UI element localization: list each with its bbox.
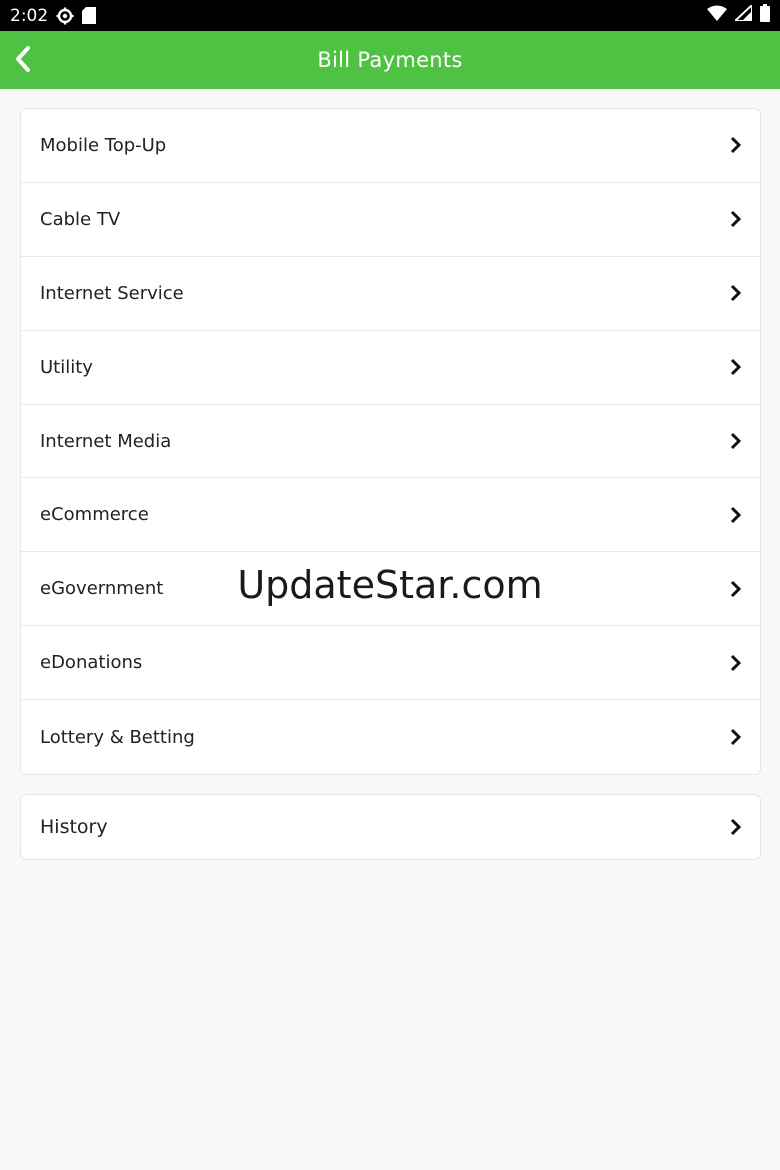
- list-item-utility[interactable]: Utility: [21, 331, 760, 405]
- battery-icon: [760, 4, 770, 27]
- chevron-right-icon: [728, 431, 744, 451]
- chevron-right-icon: [728, 579, 744, 599]
- history-card: History: [20, 794, 761, 860]
- list-item-label: Utility: [40, 356, 93, 378]
- list-item-lottery-betting[interactable]: Lottery & Betting: [21, 700, 760, 774]
- list-item-label: Internet Service: [40, 282, 184, 304]
- chevron-right-icon: [728, 357, 744, 377]
- back-button[interactable]: [8, 41, 38, 77]
- list-item-internet-media[interactable]: Internet Media: [21, 405, 760, 479]
- chevron-right-icon: [728, 817, 744, 837]
- list-item-mobile-top-up[interactable]: Mobile Top-Up: [21, 109, 760, 183]
- page-title: Bill Payments: [317, 48, 463, 72]
- app-bar: Bill Payments: [0, 31, 780, 89]
- chevron-right-icon: [728, 727, 744, 747]
- list-item-internet-service[interactable]: Internet Service: [21, 257, 760, 331]
- bill-category-list: Mobile Top-Up Cable TV Internet Service …: [20, 108, 761, 776]
- list-item-label: Lottery & Betting: [40, 726, 195, 748]
- sd-card-icon: [82, 7, 97, 24]
- list-item-label: eGovernment: [40, 578, 164, 600]
- status-bar: 2:02: [0, 0, 780, 31]
- chevron-right-icon: [728, 653, 744, 673]
- status-time: 2:02: [10, 5, 49, 26]
- list-item-cable-tv[interactable]: Cable TV: [21, 183, 760, 257]
- list-item-edonations[interactable]: eDonations: [21, 626, 760, 701]
- chevron-right-icon: [728, 283, 744, 303]
- list-item-history[interactable]: History: [21, 795, 760, 859]
- list-item-label: Internet Media: [40, 430, 172, 452]
- signal-icon: [732, 2, 753, 26]
- list-item-label: eCommerce: [40, 504, 149, 526]
- chevron-right-icon: [728, 135, 744, 155]
- chevron-left-icon: [16, 46, 30, 72]
- settings-icon: [56, 7, 74, 25]
- list-item-label: eDonations: [40, 652, 143, 674]
- list-item-label: Cable TV: [40, 208, 121, 230]
- list-item-ecommerce[interactable]: eCommerce: [21, 478, 760, 553]
- chevron-right-icon: [728, 505, 744, 525]
- list-item-label: Mobile Top-Up: [40, 134, 167, 156]
- list-item-egovernment[interactable]: eGovernment: [21, 552, 760, 627]
- wifi-icon: [707, 5, 727, 26]
- history-label: History: [40, 816, 108, 838]
- chevron-right-icon: [728, 209, 744, 229]
